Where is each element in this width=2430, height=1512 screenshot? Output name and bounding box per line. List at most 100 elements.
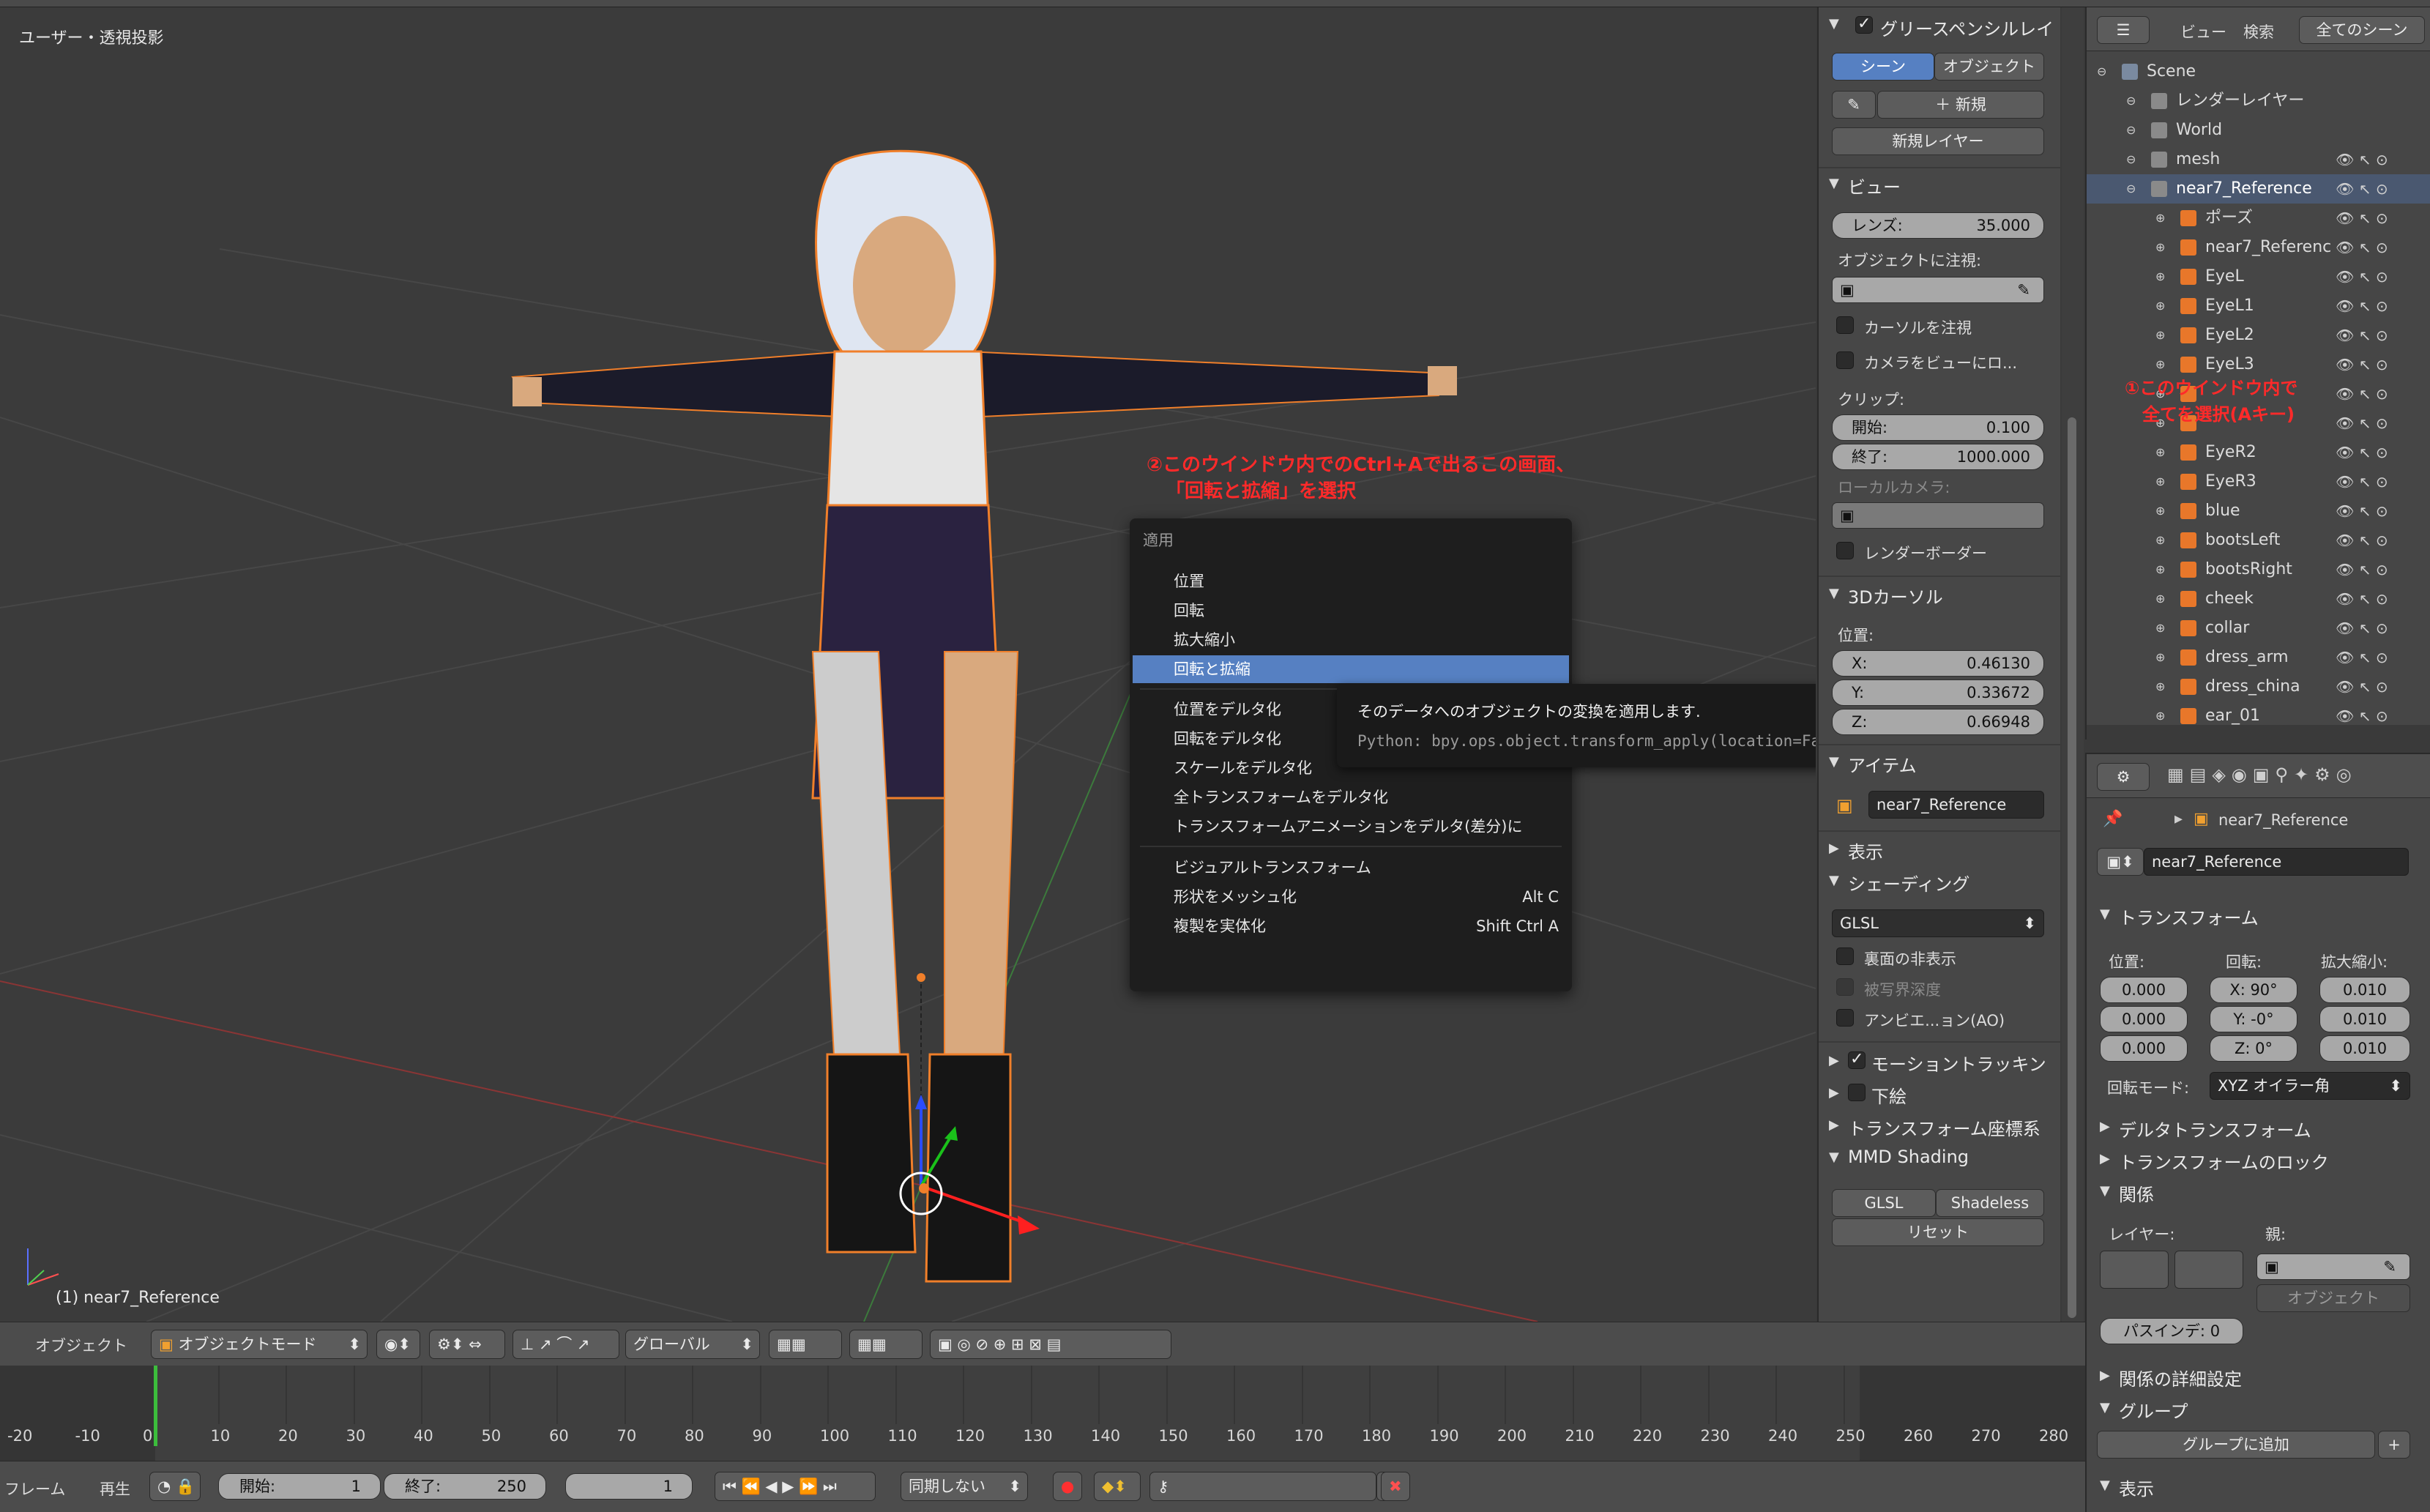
outliner-hscrollbar[interactable]	[2087, 725, 2430, 740]
outliner-row[interactable]: ⊕ ポーズ 👁 ↖ ⊙	[2087, 204, 2430, 233]
menu-item-scale[interactable]: 拡大縮小	[1133, 626, 1569, 654]
expand-triangle-icon[interactable]: ▶	[1829, 1053, 1839, 1068]
outliner-row[interactable]: ⊕ bootsRight 👁 ↖ ⊙	[2087, 555, 2430, 584]
expand-toggle-icon[interactable]: ⊕	[2155, 614, 2165, 643]
playback-menu[interactable]: 再生	[100, 1478, 130, 1500]
end-frame-field[interactable]: 終了: 250	[384, 1473, 546, 1500]
restrict-toggles-icon[interactable]: 👁 ↖ ⊙	[2336, 643, 2388, 672]
restrict-toggles-icon[interactable]: 👁 ↖ ⊙	[2336, 174, 2388, 204]
expand-toggle-icon[interactable]: ⊕	[2155, 262, 2165, 291]
expand-toggle-icon[interactable]: ⊕	[2155, 321, 2165, 350]
delete-keyframe-button[interactable]: ✖	[1381, 1472, 1410, 1501]
ao-checkbox[interactable]	[1836, 1009, 1854, 1027]
outliner-row[interactable]: ⊖ レンダーレイヤー	[2087, 86, 2430, 116]
viewport-tool-icons[interactable]: ▣ ◎ ⊘ ⊕ ⊞ ⊠ ▤	[930, 1330, 1171, 1359]
frame-menu[interactable]: フレーム	[4, 1478, 65, 1500]
layer-buttons-right[interactable]: ▦▦	[849, 1330, 923, 1359]
cursor-y-field[interactable]: Y: 0.33672	[1832, 679, 2044, 706]
restrict-toggles-icon[interactable]: 👁 ↖ ⊙	[2336, 262, 2388, 291]
3d-cursor-header[interactable]: 3Dカーソル	[1848, 583, 1943, 608]
collapse-triangle-icon[interactable]: ▼	[1829, 176, 1839, 191]
sync-mode-select[interactable]: 同期しない ⬍	[901, 1472, 1028, 1501]
outliner-row[interactable]: ⊖ mesh 👁 ↖ ⊙	[2087, 145, 2430, 174]
delta-transform-header[interactable]: デルタトランスフォーム	[2119, 1116, 2311, 1142]
rotation-x-field[interactable]: X: 90°	[2210, 977, 2297, 1003]
expand-toggle-icon[interactable]: ⊕	[2155, 584, 2165, 614]
restrict-toggles-icon[interactable]: 👁 ↖ ⊙	[2336, 584, 2388, 614]
restrict-toggles-icon[interactable]: 👁 ↖ ⊙	[2336, 467, 2388, 496]
parent-type-select[interactable]: オブジェクト	[2256, 1284, 2410, 1312]
mode-select[interactable]: ▣ オブジェクトモード ⬍	[151, 1330, 368, 1359]
editor-type-icon[interactable]: ☰	[2097, 16, 2150, 44]
view-header[interactable]: ビュー	[1848, 173, 1901, 198]
add-to-group-button[interactable]: グループに追加	[2097, 1431, 2375, 1459]
mmd-glsl-button[interactable]: GLSL	[1832, 1189, 1936, 1217]
scale-x-field[interactable]: 0.010	[2319, 977, 2410, 1003]
shading-select[interactable]: ◉⬍	[376, 1330, 420, 1359]
layer-buttons-left[interactable]: ▦▦	[769, 1330, 842, 1359]
expand-toggle-icon[interactable]: ⊕	[2155, 643, 2165, 672]
3d-viewport[interactable]: ユーザー・透視投影 (1) near7_Reference ②このウインドウ内で…	[0, 7, 1816, 1322]
collapse-triangle-icon[interactable]: ▼	[2100, 1183, 2110, 1199]
cursor-x-field[interactable]: X: 0.46130	[1832, 650, 2044, 677]
expand-triangle-icon[interactable]: ▶	[1829, 841, 1839, 856]
groups-header[interactable]: グループ	[2119, 1397, 2188, 1423]
collapse-triangle-icon[interactable]: ▼	[1829, 586, 1839, 601]
outliner-scope-select[interactable]: 全てのシーン	[2299, 16, 2425, 44]
expand-triangle-icon[interactable]: ▶	[1829, 1117, 1839, 1133]
relations-extras-header[interactable]: 関係の詳細設定	[2119, 1365, 2242, 1390]
menu-item-animated-transforms-to-deltas[interactable]: トランスフォームアニメーションをデルタ(差分)に	[1133, 813, 1569, 841]
outliner-row[interactable]: ⊕ bootsLeft 👁 ↖ ⊙	[2087, 526, 2430, 555]
background-images-checkbox[interactable]	[1848, 1084, 1866, 1101]
pin-icon[interactable]: 📌	[2103, 810, 2122, 828]
rotation-mode-select[interactable]: XYZ オイラー角 ⬍	[2210, 1072, 2410, 1100]
restrict-toggles-icon[interactable]: 👁 ↖ ⊙	[2336, 672, 2388, 701]
lens-field[interactable]: レンズ: 35.000	[1832, 212, 2044, 239]
record-button[interactable]: ●	[1053, 1472, 1082, 1501]
shading-header[interactable]: シェーディング	[1848, 870, 1969, 895]
outliner-view-menu[interactable]: ビュー	[2180, 21, 2226, 42]
outliner-row[interactable]: ⊖ near7_Reference 👁 ↖ ⊙	[2087, 174, 2430, 204]
motion-tracking-checkbox[interactable]	[1848, 1050, 1866, 1069]
rotation-y-field[interactable]: Y: -0°	[2210, 1006, 2297, 1032]
item-name-field[interactable]: near7_Reference	[1868, 791, 2044, 819]
outliner-row[interactable]: ⊕ EyeL 👁 ↖ ⊙	[2087, 262, 2430, 291]
outliner-row[interactable]: ⊕ EyeR3 👁 ↖ ⊙	[2087, 467, 2430, 496]
restrict-toggles-icon[interactable]: 👁 ↖ ⊙	[2336, 438, 2388, 467]
local-camera-field[interactable]: ▣	[1832, 502, 2044, 529]
menu-item-make-duplicates-real[interactable]: 複製を実体化 Shift Ctrl A	[1133, 912, 1569, 940]
expand-toggle-icon[interactable]: ⊕	[2155, 438, 2165, 467]
mmd-shading-header[interactable]: MMD Shading	[1848, 1147, 1969, 1167]
new-grease-pencil-button[interactable]: ＋ 新規	[1877, 91, 2044, 119]
transform-header[interactable]: トランスフォーム	[2119, 904, 2259, 929]
current-frame-indicator[interactable]	[154, 1366, 157, 1446]
panel-scrollbar[interactable]	[2062, 7, 2084, 1322]
rotation-z-field[interactable]: Z: 0°	[2210, 1035, 2297, 1062]
expand-triangle-icon[interactable]: ▶	[1829, 1085, 1839, 1101]
dof-checkbox[interactable]	[1836, 978, 1854, 996]
editor-type-icon[interactable]: ⚙	[2097, 763, 2150, 791]
outliner-row[interactable]: ⊕ EyeL1 👁 ↖ ⊙	[2087, 291, 2430, 321]
expand-toggle-icon[interactable]: ⊕	[2155, 496, 2165, 526]
preview-range-buttons[interactable]: ◔ 🔒	[149, 1472, 201, 1501]
expand-toggle-icon[interactable]: ⊕	[2155, 672, 2165, 701]
outliner-row[interactable]: ⊕ dress_china 👁 ↖ ⊙	[2087, 672, 2430, 701]
lock-camera-checkbox[interactable]	[1836, 351, 1854, 369]
menu-item-all-transforms-to-deltas[interactable]: 全トランスフォームをデルタ化	[1133, 783, 1569, 811]
outliner-row[interactable]: ⊕ dress_arm 👁 ↖ ⊙	[2087, 643, 2430, 672]
object-menu[interactable]: オブジェクト	[35, 1334, 127, 1356]
background-images-header[interactable]: 下絵	[1871, 1082, 1907, 1108]
properties-context-tabs[interactable]: ▦▤◈◉▣⚲✦⚙◎	[2167, 764, 2358, 785]
grease-pencil-header[interactable]: グリースペンシルレイ	[1880, 15, 2054, 40]
collapse-triangle-icon[interactable]: ▼	[2100, 906, 2110, 922]
restrict-toggles-icon[interactable]: 👁 ↖ ⊙	[2336, 350, 2388, 379]
expand-toggle-icon[interactable]: ⊖	[2126, 174, 2136, 204]
expand-toggle-icon[interactable]: ⊕	[2155, 555, 2165, 584]
current-frame-field[interactable]: 1	[565, 1473, 693, 1500]
start-frame-field[interactable]: 開始: 1	[218, 1473, 381, 1500]
pencil-icon[interactable]: ✎	[1832, 91, 1876, 119]
outliner-row[interactable]: ⊖ Scene	[2087, 57, 2430, 86]
restrict-toggles-icon[interactable]: 👁 ↖ ⊙	[2336, 291, 2388, 321]
new-layer-button[interactable]: 新規レイヤー	[1832, 127, 2044, 155]
playback-controls[interactable]: ⏮ ⏪ ◀ ▶ ⏩ ⏭	[715, 1472, 876, 1501]
